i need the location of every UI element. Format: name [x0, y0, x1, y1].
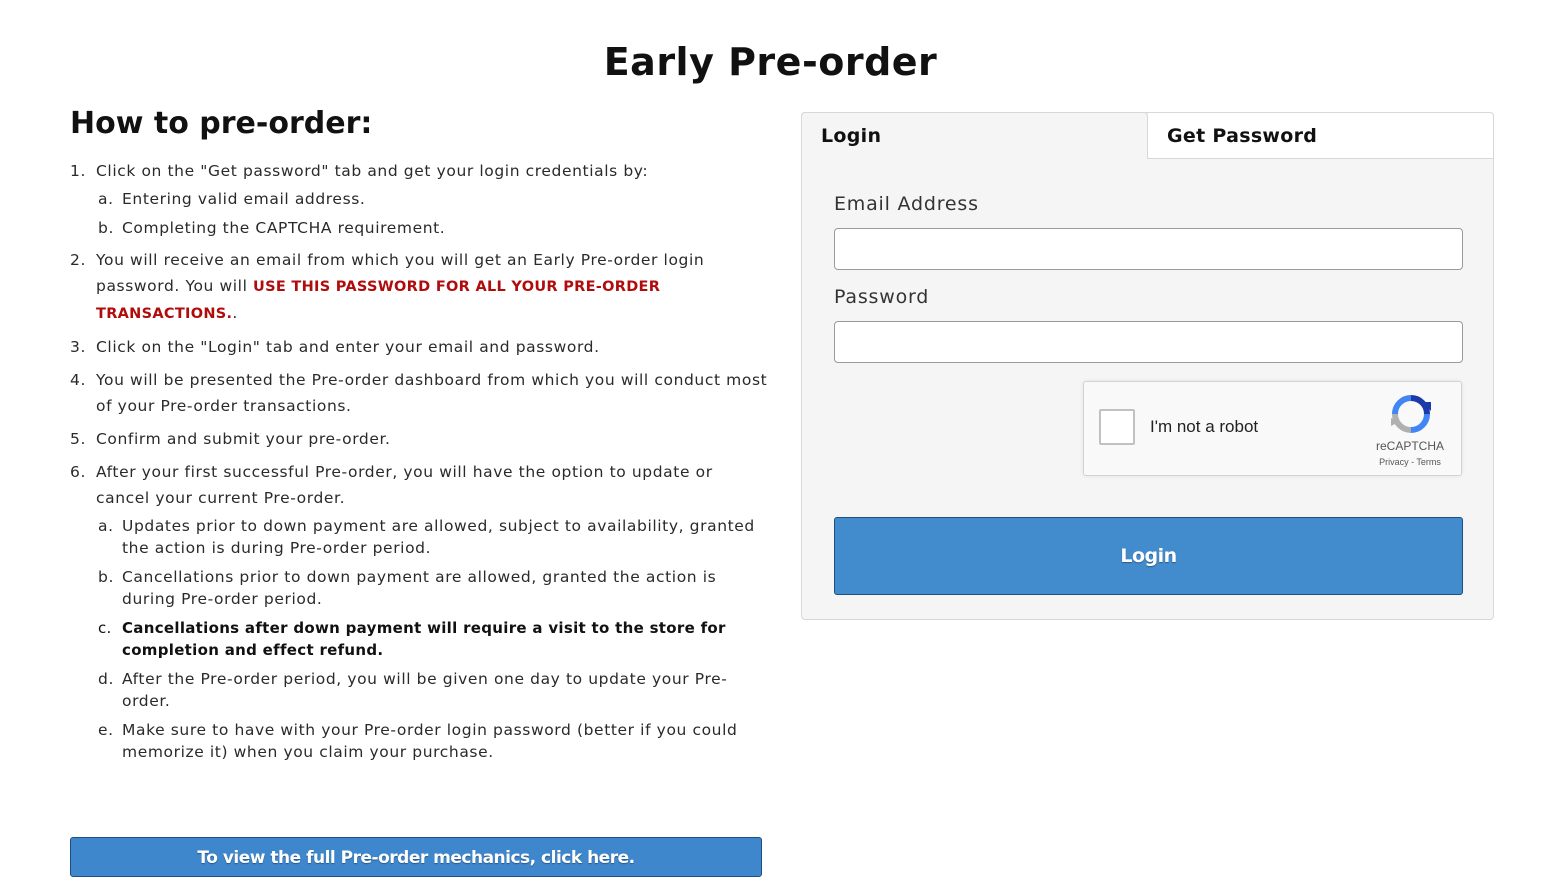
step-1: 1. Click on the "Get password" tab and g…: [70, 158, 770, 239]
sub-item: b. Completing the CAPTCHA requirement.: [96, 217, 770, 239]
step-suffix: .: [232, 304, 238, 322]
step-text: You will be presented the Pre-order dash…: [96, 371, 768, 415]
view-mechanics-button[interactable]: To view the full Pre-order mechanics, cl…: [70, 837, 762, 877]
sub-item: e. Make sure to have with your Pre-order…: [96, 719, 770, 763]
recaptcha-privacy-terms[interactable]: Privacy - Terms: [1364, 457, 1456, 467]
password-label: Password: [834, 286, 930, 308]
sub-letter: a.: [98, 517, 114, 535]
recaptcha-label: I'm not a robot: [1150, 417, 1259, 436]
how-to-heading: How to pre-order:: [70, 106, 373, 141]
login-button[interactable]: Login: [834, 517, 1463, 595]
sub-letter: b.: [98, 568, 114, 586]
step-text: Confirm and submit your pre-order.: [96, 430, 391, 448]
recaptcha-brand: reCAPTCHA: [1375, 439, 1444, 453]
sub-item: a. Entering valid email address.: [96, 188, 770, 210]
sub-letter: a.: [98, 190, 114, 208]
step-3: 3. Click on the "Login" tab and enter yo…: [70, 334, 770, 360]
password-input[interactable]: [834, 321, 1463, 363]
sub-text: Updates prior to down payment are allowe…: [122, 517, 755, 557]
step-text: After your first successful Pre-order, y…: [96, 463, 713, 507]
recaptcha-logo-icon: [1391, 395, 1431, 433]
sub-text: Cancellations prior to down payment are …: [122, 568, 717, 608]
step-number: 4.: [70, 371, 86, 389]
sub-letter: e.: [98, 721, 114, 739]
sub-list: a. Entering valid email address. b. Comp…: [96, 188, 770, 239]
sub-text: Completing the CAPTCHA requirement.: [122, 219, 446, 237]
sub-letter: b.: [98, 219, 114, 237]
sub-text: After the Pre-order period, you will be …: [122, 670, 728, 710]
step-number: 6.: [70, 463, 86, 481]
sub-item: a. Updates prior to down payment are all…: [96, 515, 770, 559]
sub-item: d. After the Pre-order period, you will …: [96, 668, 770, 712]
step-text: Click on the "Login" tab and enter your …: [96, 338, 600, 356]
step-5: 5. Confirm and submit your pre-order.: [70, 426, 770, 452]
sub-text: Cancellations after down payment will re…: [122, 619, 726, 659]
page-title: Early Pre-order: [603, 40, 938, 84]
sub-letter: d.: [98, 670, 114, 688]
login-panel: Login Get Password Email Address Passwor…: [801, 112, 1494, 620]
email-input[interactable]: [834, 228, 1463, 270]
step-number: 3.: [70, 338, 86, 356]
sub-item: b. Cancellations prior to down payment a…: [96, 566, 770, 610]
sub-text: Entering valid email address.: [122, 190, 366, 208]
sub-item-bold: c. Cancellations after down payment will…: [96, 617, 770, 661]
email-label: Email Address: [834, 193, 979, 215]
recaptcha-widget: I'm not a robot reCAPTCHA Privacy - Term…: [1083, 381, 1462, 476]
step-text: Click on the "Get password" tab and get …: [96, 162, 649, 180]
tab-login[interactable]: Login: [801, 112, 1148, 159]
sub-list: a. Updates prior to down payment are all…: [96, 515, 770, 763]
tab-get-password[interactable]: Get Password: [1148, 112, 1494, 159]
step-4: 4. You will be presented the Pre-order d…: [70, 367, 770, 419]
sub-text: Make sure to have with your Pre-order lo…: [122, 721, 738, 761]
sub-letter: c.: [98, 619, 112, 637]
step-number: 1.: [70, 162, 86, 180]
recaptcha-checkbox[interactable]: [1099, 409, 1135, 445]
step-number: 5.: [70, 430, 86, 448]
step-number: 2.: [70, 251, 86, 269]
steps-list: 1. Click on the "Get password" tab and g…: [70, 158, 770, 771]
tab-bar: Login Get Password: [801, 112, 1494, 159]
step-2: 2. You will receive an email from which …: [70, 247, 770, 327]
step-6: 6. After your first successful Pre-order…: [70, 459, 770, 763]
